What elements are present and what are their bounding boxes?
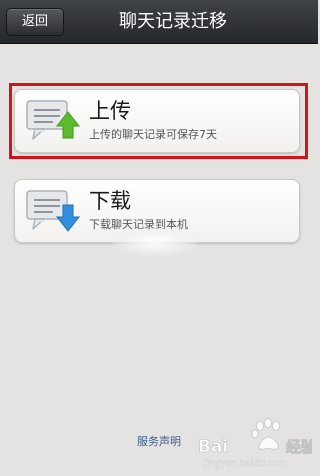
chat-download-icon <box>26 190 81 232</box>
download-title: 下载 <box>89 189 131 213</box>
baidu-watermark: Bai 经验 jingyan.baidu.com <box>198 418 312 469</box>
highlight-frame <box>9 83 308 159</box>
page-title: 聊天记录迁移 <box>119 11 227 32</box>
svg-text:jingyan.baidu.com: jingyan.baidu.com <box>203 459 287 469</box>
navbar: 返回 聊天记录迁移 <box>0 0 318 44</box>
svg-text:经验: 经验 <box>286 438 312 456</box>
blur-artifact <box>112 228 198 256</box>
svg-text:Bai: Bai <box>198 437 228 457</box>
